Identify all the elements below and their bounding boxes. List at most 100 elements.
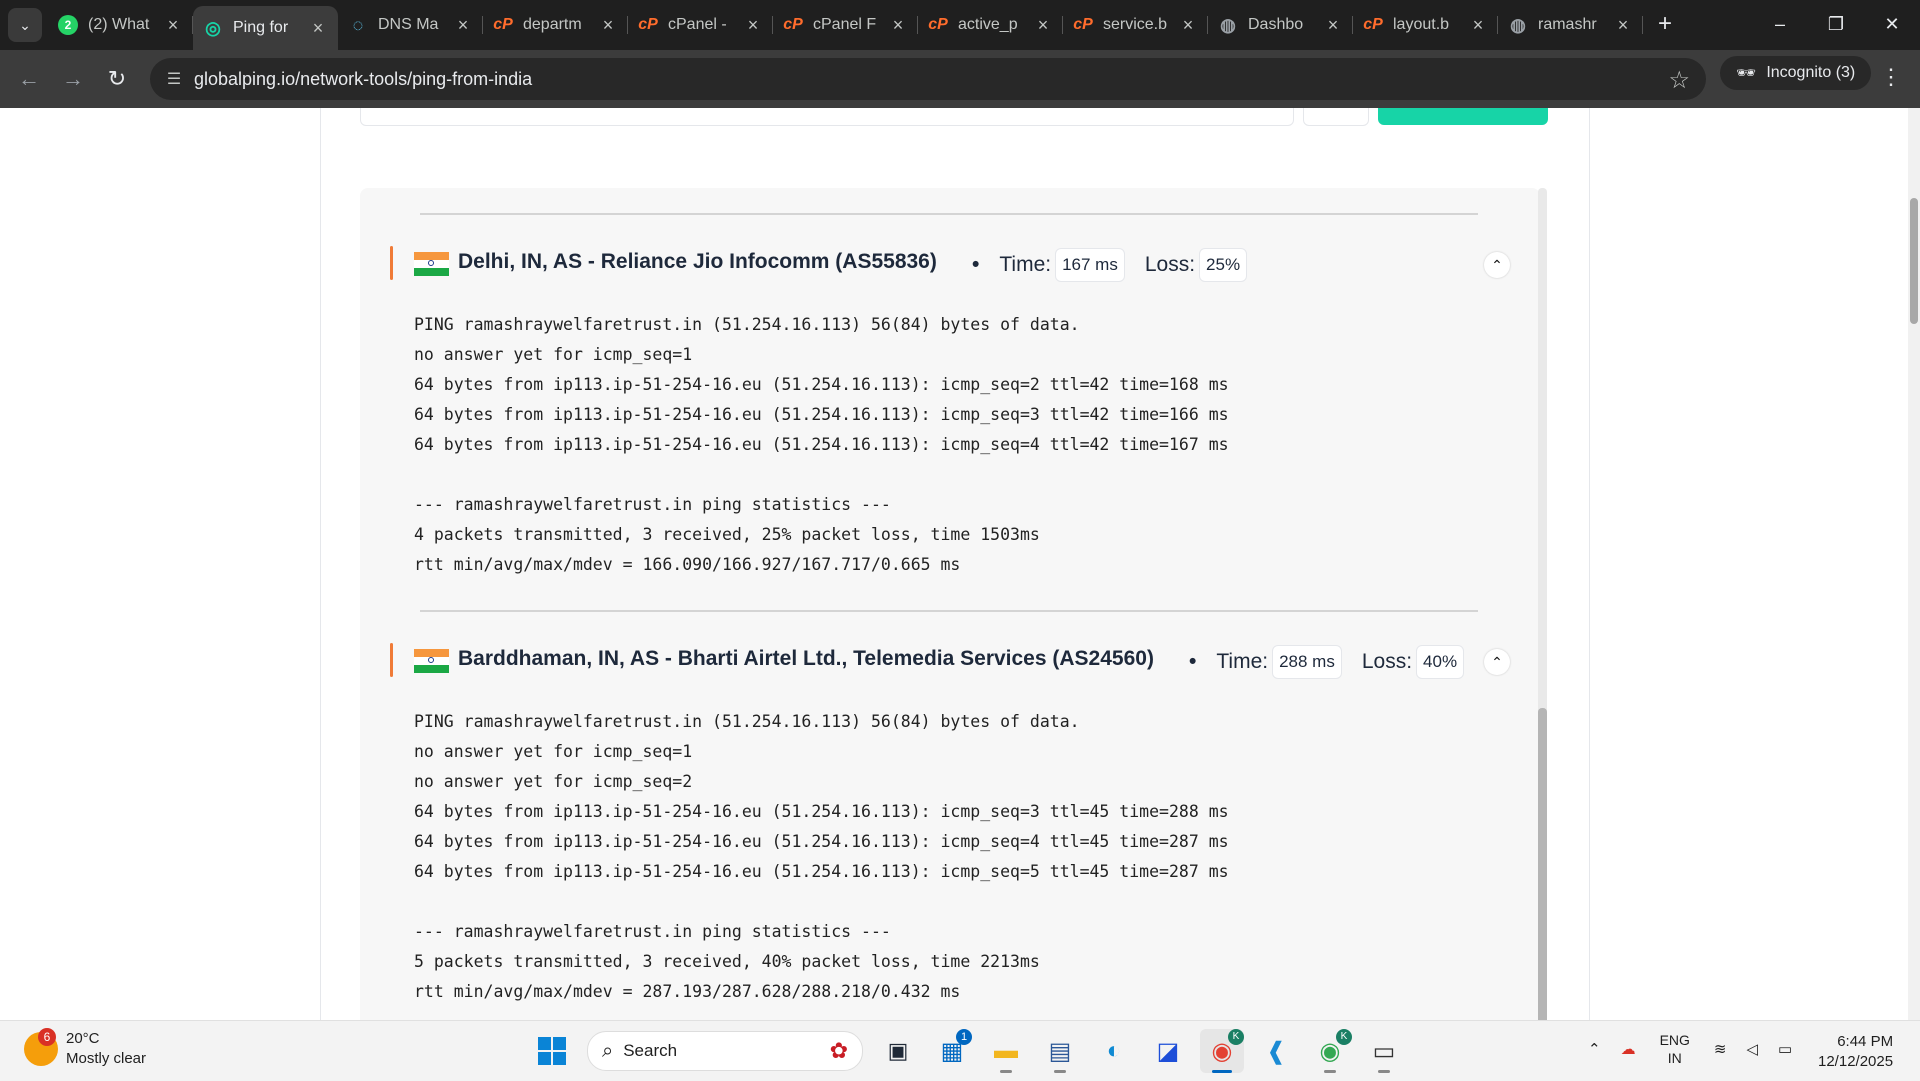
url-text[interactable]: globalping.io/network-tools/ping-from-in… (194, 69, 532, 90)
tab-label: service.b (1103, 16, 1168, 33)
taskbar-apps: ⌕ Search ✿ ▣ ▦ 1 ▬ ▤ ◐ ◪ ◉ K ❰ ◉ K ▭ (525, 1029, 1411, 1073)
tab[interactable]: cP active_p × (918, 6, 1063, 44)
close-tab-icon[interactable]: × (1178, 15, 1198, 36)
page-scrollbar-thumb[interactable] (1910, 198, 1918, 324)
close-tab-icon[interactable]: × (743, 15, 763, 36)
windows-taskbar: 6 20°C Mostly clear ⌕ Search ✿ ▣ ▦ 1 ▬ ▤ … (0, 1020, 1920, 1081)
output-line: --- ramashraywelfaretrust.in ping statis… (414, 922, 891, 941)
globe-icon: ◍ (1510, 14, 1526, 35)
folder-icon: ▬ (994, 1037, 1018, 1064)
file-explorer-button[interactable]: ▬ (984, 1029, 1028, 1073)
loss-label: Loss: (1144, 253, 1196, 276)
output-line: no answer yet for icmp_seq=1 (414, 742, 693, 761)
close-window-button[interactable]: ✕ (1864, 0, 1920, 48)
close-tab-icon[interactable]: × (308, 18, 328, 39)
close-tab-icon[interactable]: × (888, 15, 908, 36)
tab[interactable]: cP departm × (483, 6, 628, 44)
page-scrollbar[interactable] (1908, 108, 1920, 1020)
show-hidden-icons-chevron-icon[interactable]: ⌃ (1588, 1040, 1601, 1058)
notepad-button[interactable]: ▤ (1038, 1029, 1082, 1073)
tab[interactable]: ◍ Dashbo × (1208, 6, 1353, 44)
tab[interactable]: ◌ DNS Ma × (338, 6, 483, 44)
forward-button[interactable]: → (58, 64, 88, 94)
tab-label: Ping for (233, 19, 289, 36)
tab[interactable]: cP cPanel - × (628, 6, 773, 44)
tab[interactable]: cP service.b × (1063, 6, 1208, 44)
taskbar-search[interactable]: ⌕ Search ✿ (587, 1031, 863, 1071)
close-tab-icon[interactable]: × (1323, 15, 1343, 36)
probe-metrics: • Time: 167 ms Loss: 25% (954, 242, 1267, 288)
volume-icon[interactable]: ◁ (1747, 1040, 1759, 1058)
tab[interactable]: ◍ ramashr × (1498, 6, 1643, 44)
probe-header[interactable]: Delhi, IN, AS - Reliance Jio Infocomm (A… (390, 242, 1510, 288)
tab-separator (1642, 16, 1643, 34)
close-tab-icon[interactable]: × (1033, 15, 1053, 36)
restore-button[interactable]: ❐ (1808, 0, 1864, 48)
taskbar-clock[interactable]: 6:44 PM 12/12/2025 (1818, 1032, 1893, 1072)
profile-badge: K (1228, 1029, 1244, 1045)
output-line: rtt min/avg/max/mdev = 287.193/287.628/2… (414, 982, 961, 1001)
collapse-button[interactable]: ⌃ (1484, 252, 1510, 278)
minimize-button[interactable]: – (1752, 0, 1808, 48)
site-info-icon[interactable]: ☰ (154, 69, 194, 89)
reload-button[interactable]: ↻ (102, 64, 132, 94)
output-line: 5 packets transmitted, 3 received, 40% p… (414, 952, 1040, 971)
start-button[interactable] (530, 1029, 574, 1073)
teams-app-button[interactable]: ◪ (1146, 1029, 1190, 1073)
windows-logo-icon (538, 1037, 566, 1065)
probe-header[interactable]: Barddhaman, IN, AS - Bharti Airtel Ltd.,… (390, 639, 1510, 685)
tab-label: Dashbo (1248, 16, 1304, 33)
close-tab-icon[interactable]: × (598, 15, 618, 36)
tab[interactable]: cP layout.b × (1353, 6, 1498, 44)
weather-widget[interactable]: 6 20°C Mostly clear (24, 1028, 146, 1069)
output-line: 64 bytes from ip113.ip-51-254-16.eu (51.… (414, 862, 1229, 881)
close-tab-icon[interactable]: × (453, 15, 473, 36)
close-tab-icon[interactable]: × (163, 15, 183, 36)
vscode-button[interactable]: ❰ (1254, 1029, 1298, 1073)
window-controls: – ❐ ✕ (1752, 0, 1920, 48)
terminal-button[interactable]: ▭ (1362, 1029, 1406, 1073)
store-button[interactable]: ▦ 1 (930, 1029, 974, 1073)
collapse-button[interactable]: ⌃ (1484, 649, 1510, 675)
tab[interactable]: 2 (2) What × (48, 6, 193, 44)
results-scrollbar-thumb[interactable] (1538, 708, 1547, 1020)
address-bar[interactable]: ☰ globalping.io/network-tools/ping-from-… (150, 58, 1706, 100)
poinsettia-icon: ✿ (829, 1038, 848, 1063)
close-tab-icon[interactable]: × (1613, 15, 1633, 36)
wifi-icon[interactable]: ≋ (1714, 1040, 1727, 1058)
back-button[interactable]: ← (14, 64, 44, 94)
close-tab-icon[interactable]: × (1468, 15, 1488, 36)
cpanel-icon: cP (493, 16, 513, 33)
probe-result: Barddhaman, IN, AS - Bharti Airtel Ltd.,… (390, 639, 1510, 1007)
probe-metrics: • Time: 288 ms Loss: 40% (1171, 639, 1484, 685)
tab[interactable]: ◎ Ping for × (193, 6, 338, 50)
results-scrollbar[interactable] (1538, 188, 1547, 1020)
chrome-incognito-button[interactable]: ◉ K (1200, 1029, 1244, 1073)
target-input[interactable] (360, 108, 1294, 126)
india-flag-icon (414, 649, 449, 673)
result-divider (420, 610, 1478, 612)
separator-dot: • (1189, 650, 1197, 673)
language-indicator[interactable]: ENG IN (1660, 1031, 1690, 1067)
india-flag-icon (414, 252, 449, 276)
onedrive-error-icon[interactable]: ☁ (1621, 1040, 1636, 1058)
incognito-icon: 🕶 (1736, 65, 1757, 82)
tab-search-button[interactable]: ⌄ (8, 8, 42, 42)
tab[interactable]: cP cPanel F × (773, 6, 918, 44)
cpanel-icon: cP (1073, 16, 1093, 33)
new-tab-button[interactable]: + (1650, 10, 1680, 38)
cpanel-icon: cP (783, 16, 803, 33)
task-view-button[interactable]: ▣ (876, 1029, 920, 1073)
notepad-icon: ▤ (1048, 1037, 1072, 1065)
cpanel-icon: cP (928, 16, 948, 33)
search-placeholder: Search (623, 1041, 678, 1060)
edge-button[interactable]: ◐ (1092, 1029, 1136, 1073)
options-button[interactable] (1303, 108, 1369, 126)
kebab-menu-icon[interactable]: ⋮ (1880, 64, 1902, 90)
run-test-button[interactable] (1378, 108, 1548, 125)
chrome-profile-button[interactable]: ◉ K (1308, 1029, 1352, 1073)
incognito-indicator[interactable]: 🕶 Incognito (3) (1720, 56, 1872, 90)
battery-icon[interactable]: ▭ (1778, 1040, 1792, 1058)
bookmark-star-icon[interactable]: ☆ (1668, 66, 1690, 95)
tab-label: cPanel - (668, 16, 727, 33)
